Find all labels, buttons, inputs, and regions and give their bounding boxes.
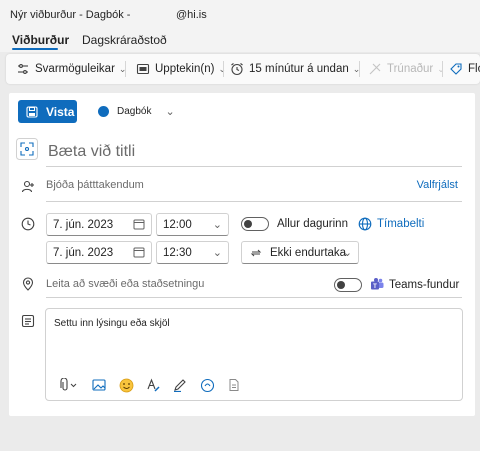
globe-icon	[358, 217, 372, 231]
document-icon	[229, 379, 239, 391]
save-icon	[26, 105, 38, 118]
end-time-dropdown[interactable]: 12:30 ⌄	[156, 241, 229, 264]
title-placeholder: Bæta við titli	[48, 142, 136, 160]
all-day-toggle[interactable]	[241, 217, 269, 231]
insert-picture-button[interactable]	[91, 377, 107, 393]
repeat-icon	[250, 249, 262, 257]
categorize-button[interactable]: Flo	[449, 54, 480, 84]
toolbar-divider	[125, 61, 126, 77]
paperclip-icon	[60, 378, 77, 391]
loop-component-button[interactable]	[199, 377, 215, 393]
location-pin-icon	[22, 277, 34, 291]
start-date-value: 7. jún. 2023	[53, 218, 114, 231]
chevron-down-icon: ⌄	[212, 219, 222, 231]
emoji-icon	[119, 378, 133, 392]
calendar-icon	[133, 247, 145, 258]
toolbar-divider	[442, 61, 443, 77]
reminder-dropdown[interactable]: 15 mínútur á undan ⌄	[230, 54, 360, 84]
busy-status-icon	[136, 63, 150, 75]
emoji-button[interactable]	[118, 377, 134, 393]
image-icon	[92, 379, 106, 391]
calendar-icon	[133, 219, 145, 230]
response-options-icon	[18, 64, 28, 74]
teams-meeting-toggle[interactable]	[334, 278, 362, 292]
calendar-name: Dagbók	[117, 106, 152, 117]
event-type-icon[interactable]	[16, 138, 38, 160]
text-format-button[interactable]	[145, 377, 161, 393]
teams-icon: T	[371, 278, 384, 290]
response-options-button[interactable]: Svarmöguleikar ⌄	[16, 54, 126, 84]
chevron-down-icon: ⌄	[342, 247, 352, 259]
private-icon	[369, 63, 381, 75]
end-date-value: 7. jún. 2023	[53, 246, 114, 259]
description-placeholder: Settu inn lýsingu eða skjöl	[54, 318, 170, 329]
response-options-label: Svarmöguleikar	[35, 63, 115, 75]
show-as-dropdown[interactable]: Upptekin(n) ⌄	[136, 54, 226, 84]
start-date-picker[interactable]: 7. jún. 2023	[46, 213, 152, 236]
description-editor[interactable]: Settu inn lýsingu eða skjöl	[45, 308, 463, 401]
loop-icon	[200, 378, 214, 392]
start-time-dropdown[interactable]: 12:00 ⌄	[156, 213, 229, 236]
window-title: Nýr viðburður - Dagbók -	[10, 9, 131, 21]
active-tab-indicator	[12, 48, 58, 50]
reminder-label: 15 mínútur á undan	[249, 63, 349, 75]
pen-icon	[174, 379, 186, 392]
show-as-label: Upptekin(n)	[155, 63, 215, 75]
chevron-down-icon: ⌄	[165, 106, 175, 118]
attendees-placeholder: Bjóða þátttakendum	[46, 179, 144, 191]
tag-icon	[450, 63, 462, 75]
toolbar-divider	[359, 61, 360, 77]
ribbon-toolbar: Svarmöguleikar ⌄ Upptekin(n) ⌄ 15 mínútu…	[6, 54, 480, 84]
all-day-label: Allur dagurinn	[277, 218, 348, 230]
end-date-picker[interactable]: 7. jún. 2023	[46, 241, 152, 264]
timezone-link[interactable]: Tímabelti	[377, 218, 424, 230]
notes-icon	[21, 314, 35, 328]
categorize-label: Flo	[468, 63, 480, 75]
optional-attendees-link[interactable]: Valfrjálst	[417, 179, 458, 191]
alarm-clock-icon	[231, 63, 243, 76]
insert-document-button[interactable]	[226, 377, 242, 393]
chevron-down-icon: ⌄	[212, 247, 222, 259]
format-toolbar	[56, 376, 253, 394]
teams-meeting-label: Teams-fundur	[389, 279, 460, 291]
title-input[interactable]: Bæta við titli	[46, 137, 462, 167]
calendar-selector[interactable]: Dagbók ⌄	[98, 105, 175, 118]
event-form: Vista Dagbók ⌄ Bæta við titli Bjóða þátt…	[9, 93, 475, 416]
attendees-input[interactable]: Bjóða þátttakendum Valfrjálst	[46, 176, 462, 202]
ribbon-tabs: Viðburður Dagskráraðstoð	[0, 26, 480, 52]
private-button[interactable]: Trúnaður ⌄	[368, 54, 445, 84]
attach-file-button[interactable]	[56, 377, 80, 393]
recurrence-value: Ekki endurtaka	[270, 246, 347, 259]
start-time-value: 12:00	[163, 218, 192, 231]
text-format-icon	[147, 378, 160, 392]
tab-scheduling-assistant[interactable]: Dagskráraðstoð	[82, 33, 167, 47]
svg-text:T: T	[373, 284, 377, 290]
private-label: Trúnaður	[387, 63, 434, 75]
tab-event[interactable]: Viðburður	[12, 33, 69, 47]
save-label: Vista	[46, 104, 75, 119]
save-button[interactable]: Vista	[18, 100, 77, 123]
end-time-value: 12:30	[163, 246, 192, 259]
draw-button[interactable]	[172, 377, 188, 393]
calendar-color-dot	[98, 106, 109, 117]
account-email: @hi.is	[176, 9, 207, 21]
location-placeholder: Leita að svæði eða staðsetningu	[46, 278, 205, 290]
title-bar: Nýr viðburður - Dagbók - @hi.is	[0, 0, 480, 26]
add-people-icon	[21, 180, 34, 193]
clock-icon	[21, 217, 35, 231]
recurrence-dropdown[interactable]: Ekki endurtaka ⌄	[241, 241, 359, 264]
toolbar-divider	[223, 61, 224, 77]
